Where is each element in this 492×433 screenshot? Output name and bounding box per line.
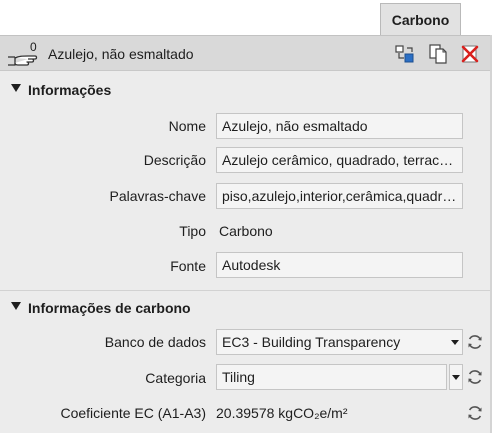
asset-header: 0 Azulejo, não esmaltado — [0, 35, 492, 71]
triangle-down-icon — [11, 302, 21, 310]
delete-icon[interactable] — [459, 43, 481, 65]
usage-count: 0 — [30, 40, 37, 54]
source-field[interactable]: Autodesk — [216, 252, 463, 278]
source-label: Fonte — [170, 258, 206, 274]
database-value: EC3 - Building Transparency — [222, 334, 401, 350]
hand-icon — [8, 55, 38, 66]
description-label: Descrição — [143, 152, 206, 168]
triangle-down-icon — [11, 84, 21, 92]
tab-bar: Carbono — [0, 0, 492, 35]
category-value: Tiling — [222, 369, 255, 385]
type-value: Carbono — [219, 223, 273, 239]
keywords-field[interactable]: piso,azulejo,interior,cerâmica,quadrado — [216, 183, 463, 209]
category-select[interactable]: Tiling — [216, 364, 447, 390]
tab-label: Carbono — [391, 11, 450, 28]
section-informacoes-header[interactable]: Informações — [0, 79, 492, 103]
name-field[interactable]: Azulejo, não esmaltado — [216, 113, 463, 139]
chevron-down-icon — [452, 375, 460, 380]
description-field[interactable]: Azulejo cerâmico, quadrado, terracota — [216, 147, 463, 173]
refresh-icon[interactable] — [466, 404, 484, 422]
copy-icon[interactable] — [427, 43, 449, 65]
section-title: Informações de carbono — [28, 300, 191, 316]
database-label: Banco de dados — [104, 334, 206, 350]
keywords-label: Palavras-chave — [109, 188, 207, 204]
tab-carbono[interactable]: Carbono — [380, 3, 461, 35]
coefficient-value: 20.39578 kgCO₂e/m² — [216, 405, 348, 421]
section-title: Informações — [28, 82, 112, 98]
name-label: Nome — [168, 118, 206, 134]
section-carbono-header[interactable]: Informações de carbono — [0, 297, 492, 321]
category-label: Categoria — [145, 370, 206, 386]
asset-title: Azulejo, não esmaltado — [48, 46, 194, 62]
coefficient-label: Coeficiente EC (A1-A3) — [60, 405, 206, 421]
database-select[interactable]: EC3 - Building Transparency — [216, 329, 463, 355]
duplicate-asset-icon[interactable] — [394, 43, 416, 65]
section-divider — [0, 290, 492, 291]
category-dropdown-button[interactable] — [449, 364, 463, 390]
refresh-icon[interactable] — [466, 368, 484, 386]
chevron-down-icon — [451, 340, 459, 345]
type-label: Tipo — [179, 223, 206, 239]
refresh-icon[interactable] — [466, 333, 484, 351]
